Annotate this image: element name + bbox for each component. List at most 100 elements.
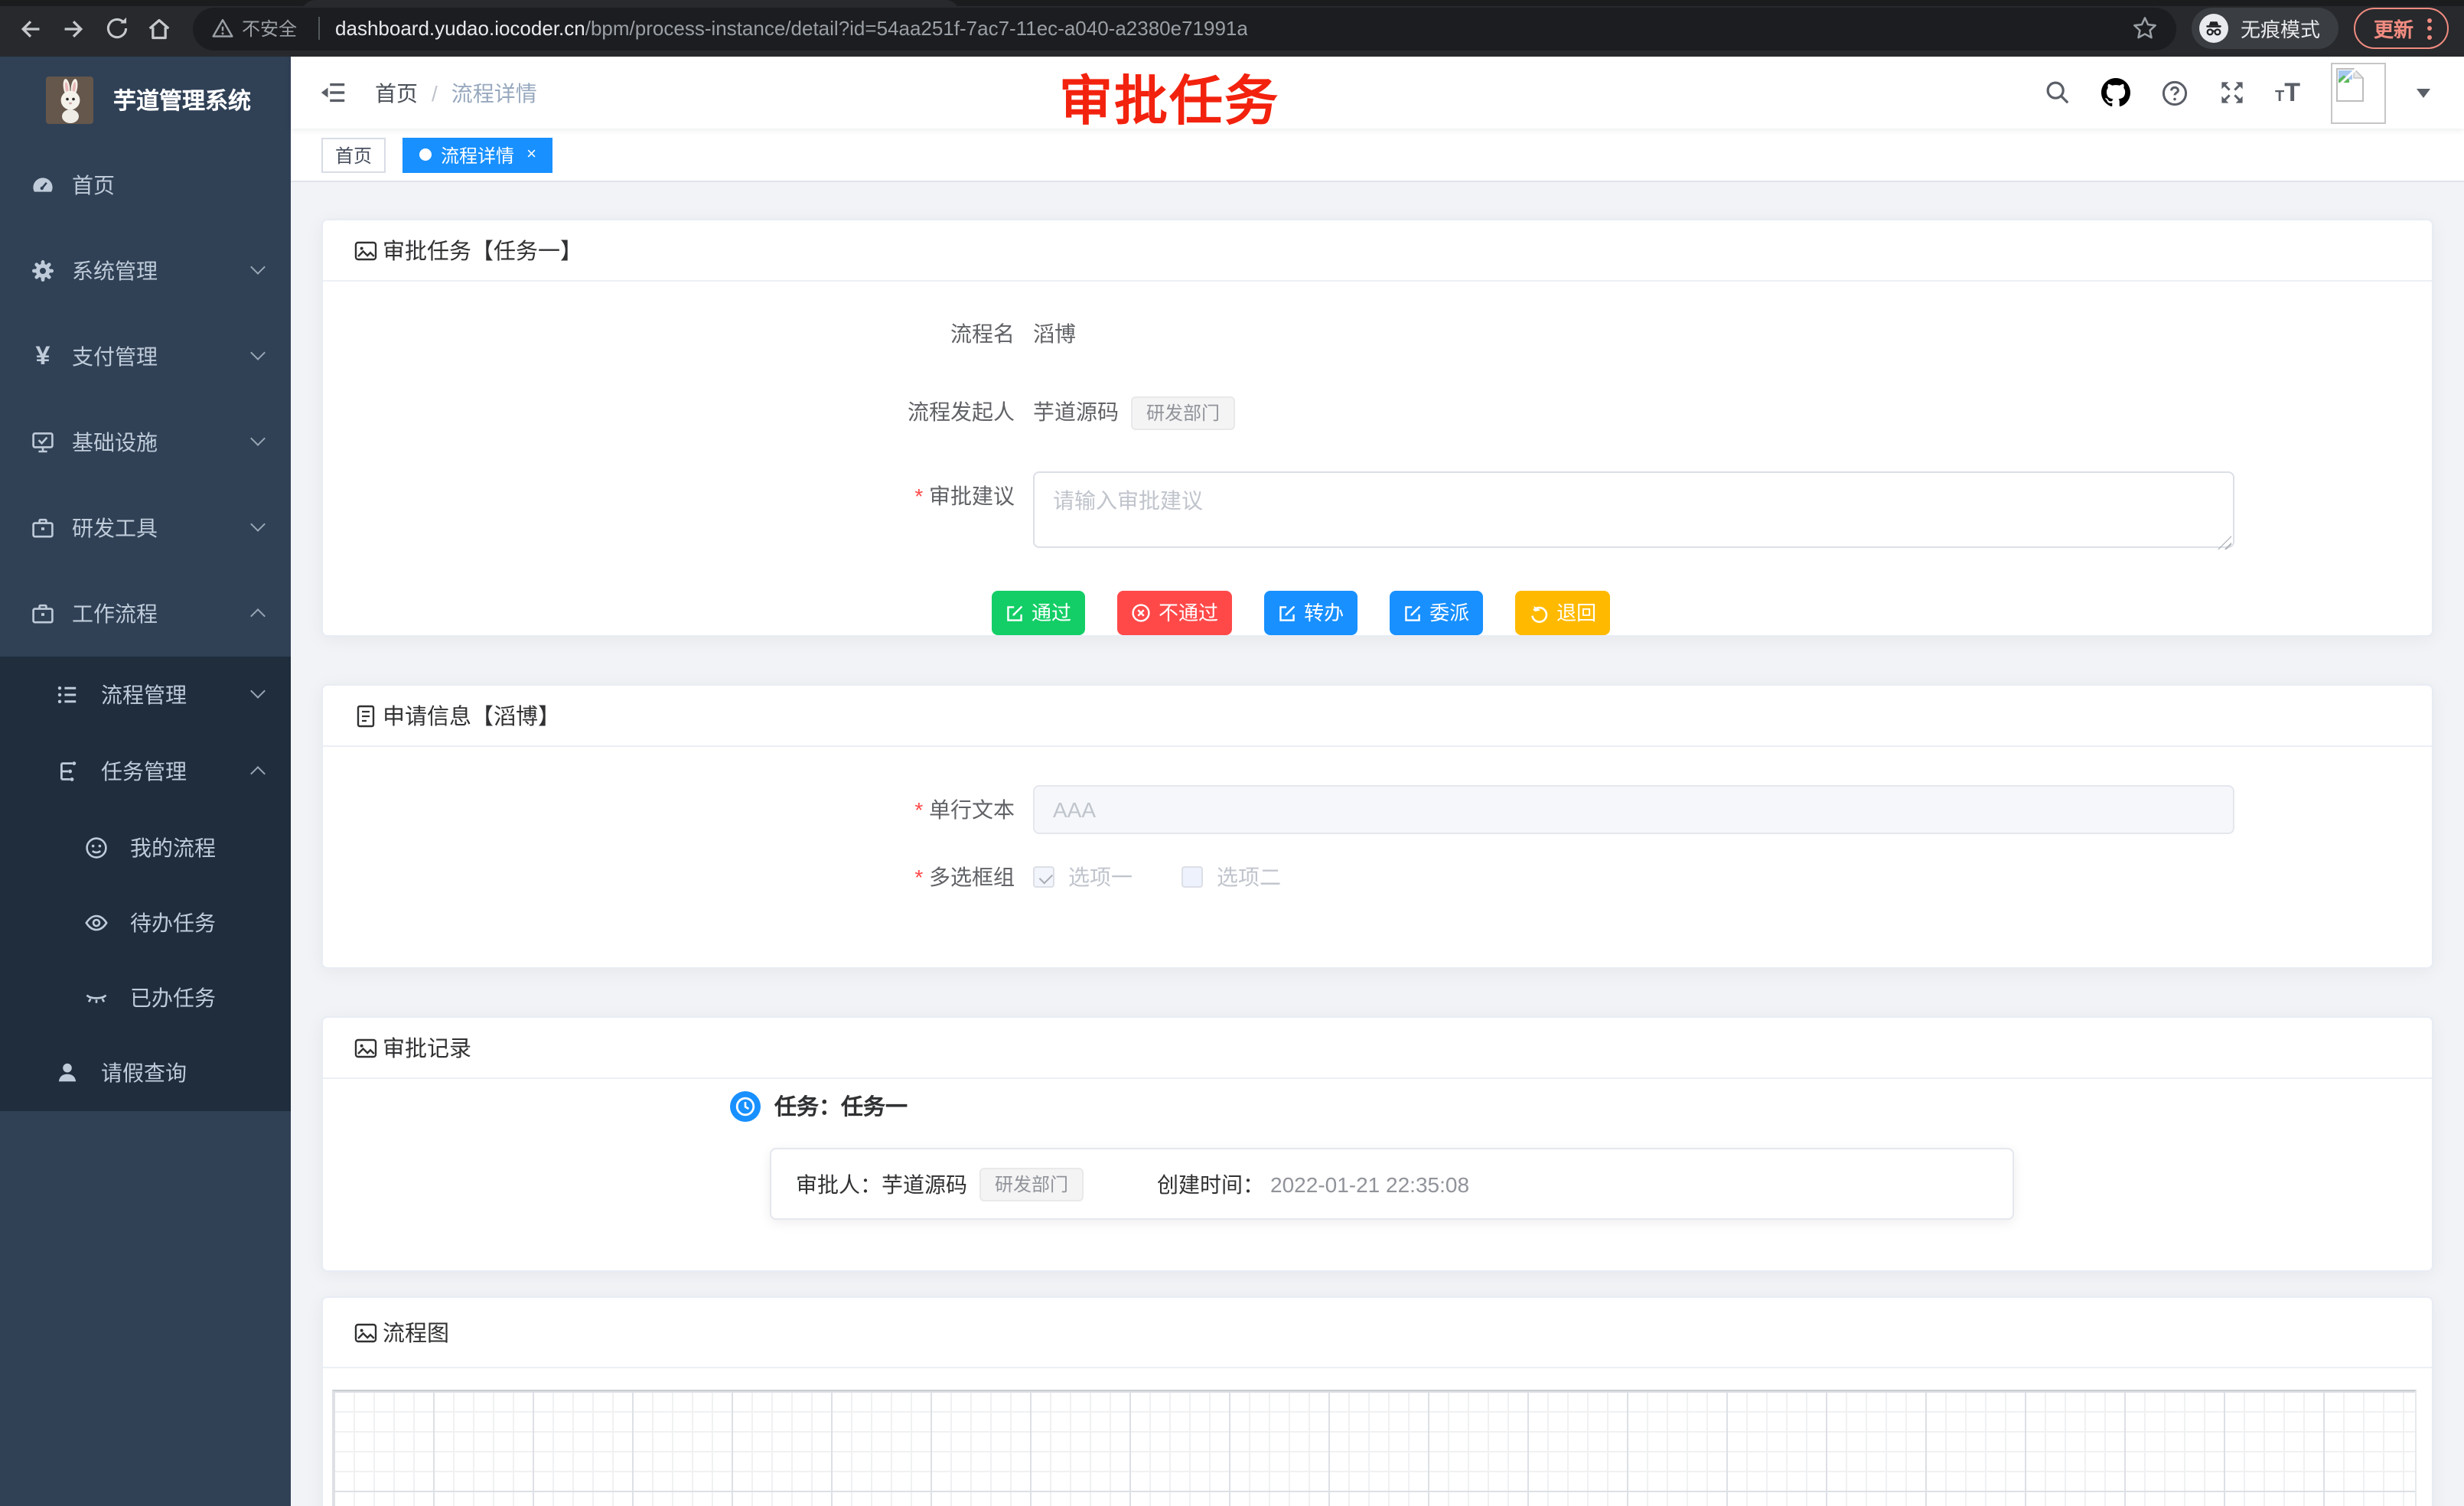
card-title: 审批记录 xyxy=(383,1032,471,1064)
dept-tag: 研发部门 xyxy=(979,1167,1084,1201)
logo-rabbit-image xyxy=(46,76,93,123)
circle-close-icon xyxy=(1131,603,1151,623)
sidebar-item-my-process[interactable]: 我的流程 xyxy=(0,810,291,885)
sidebar-item-label: 工作流程 xyxy=(72,598,158,629)
briefcase-icon xyxy=(31,516,55,540)
process-name-label: 流程名 xyxy=(323,309,1033,358)
search-icon[interactable] xyxy=(2044,80,2070,106)
button-label: 转办 xyxy=(1304,603,1344,623)
bookmark-star-icon[interactable] xyxy=(2132,15,2158,41)
sidebar-item-leave-query[interactable]: 请假查询 xyxy=(0,1035,291,1111)
tab-process-detail[interactable]: 流程详情 × xyxy=(403,137,553,172)
task-title: 任务：任务一 xyxy=(774,1090,908,1122)
sidebar-item-done-tasks[interactable]: 已办任务 xyxy=(0,960,291,1035)
reload-icon xyxy=(103,15,129,41)
sidebar-item-payment[interactable]: ¥ 支付管理 xyxy=(0,314,291,399)
screen: 不安全 dashboard.yudao.iocoder.cn/bpm/proce… xyxy=(0,0,2464,1506)
single-line-text-input[interactable] xyxy=(1033,785,2234,834)
dept-tag: 研发部门 xyxy=(1131,397,1235,431)
reject-button[interactable]: 不通过 xyxy=(1117,591,1232,635)
sidebar-item-system[interactable]: 系统管理 xyxy=(0,228,291,314)
card-header: 审批任务【任务一】 xyxy=(323,220,2432,282)
home-icon xyxy=(145,15,173,42)
avatar[interactable] xyxy=(2331,62,2386,123)
transfer-button[interactable]: 转办 xyxy=(1264,591,1357,635)
chevron-down-icon xyxy=(250,683,266,699)
opinion-label: 审批建议 xyxy=(323,471,1033,556)
fullscreen-icon[interactable] xyxy=(2218,80,2244,106)
breadcrumb-home[interactable]: 首页 xyxy=(375,77,418,108)
breadcrumb-current: 流程详情 xyxy=(451,77,537,108)
url-text: dashboard.yudao.iocoder.cn/bpm/process-i… xyxy=(335,17,1248,40)
apply-info-card: 申请信息【滔博】 单行文本 多选框组 选项一 xyxy=(321,684,2433,969)
face-icon xyxy=(84,835,109,859)
url-separator xyxy=(318,17,320,40)
monitor-icon xyxy=(31,430,55,455)
annotation-title: 审批任务 xyxy=(1059,58,1279,136)
github-icon[interactable] xyxy=(2101,78,2130,107)
logo[interactable]: 芋道管理系统 xyxy=(0,57,291,142)
card-header: 审批记录 xyxy=(323,1018,2432,1079)
checkbox-option2[interactable] xyxy=(1181,866,1203,888)
timeline-item: 任务：任务一 xyxy=(730,1090,2432,1122)
sidebar-item-todo-tasks[interactable]: 待办任务 xyxy=(0,885,291,960)
return-button[interactable]: 退回 xyxy=(1515,591,1610,635)
list-icon xyxy=(55,683,80,707)
sidebar-item-label: 任务管理 xyxy=(101,756,187,787)
close-tab-icon[interactable]: × xyxy=(526,146,536,163)
reload-button[interactable] xyxy=(98,10,135,47)
tab-label: 首页 xyxy=(335,142,372,168)
sidebar-item-task-mgmt[interactable]: 任务管理 xyxy=(0,733,291,810)
sidebar-item-label: 系统管理 xyxy=(72,256,158,286)
sidebar-item-devtools[interactable]: 研发工具 xyxy=(0,485,291,571)
approve-button[interactable]: 通过 xyxy=(992,591,1085,635)
sidebar-item-label: 我的流程 xyxy=(130,832,216,862)
eye-closed-icon xyxy=(84,985,109,1009)
initiator-name: 芋道源码 xyxy=(1033,399,1119,424)
chevron-down-icon xyxy=(250,345,266,360)
chevron-up-icon xyxy=(250,766,266,781)
process-diagram-card: 流程图 xyxy=(321,1296,2433,1506)
sidebar-item-infrastructure[interactable]: 基础设施 xyxy=(0,399,291,485)
briefcase-icon xyxy=(31,601,55,626)
sidebar-item-home[interactable]: 首页 xyxy=(0,142,291,228)
sidebar-item-label: 基础设施 xyxy=(72,427,158,458)
home-button[interactable] xyxy=(141,10,178,47)
incognito-label: 无痕模式 xyxy=(2241,14,2320,43)
collapse-sidebar-button[interactable] xyxy=(318,78,347,107)
url-bar[interactable]: 不安全 dashboard.yudao.iocoder.cn/bpm/proce… xyxy=(193,7,2176,50)
opinion-textarea[interactable] xyxy=(1033,471,2234,548)
chevron-down-icon xyxy=(250,259,266,275)
button-label: 委派 xyxy=(1429,603,1469,623)
breadcrumb: 首页 / 流程详情 xyxy=(375,77,537,108)
back-button[interactable] xyxy=(12,10,49,47)
picture-icon xyxy=(354,238,378,262)
user-menu-caret-icon[interactable] xyxy=(2417,88,2430,97)
forward-button[interactable] xyxy=(55,10,92,47)
picture-icon xyxy=(354,1035,378,1060)
checkbox-group: 选项一 选项二 xyxy=(1033,852,1281,901)
create-time-label: 创建时间： xyxy=(1157,1169,1264,1199)
browser-chrome: 不安全 dashboard.yudao.iocoder.cn/bpm/proce… xyxy=(0,0,2464,57)
sidebar-item-process-mgmt[interactable]: 流程管理 xyxy=(0,657,291,733)
tab-home[interactable]: 首页 xyxy=(321,137,386,172)
help-icon[interactable] xyxy=(2160,79,2188,106)
edit-icon xyxy=(1005,604,1024,622)
record-detail-box: 审批人： 芋道源码 研发部门 创建时间： 2022-01-21 22:35:08 xyxy=(770,1148,2014,1220)
url-domain: dashboard.yudao.iocoder.cn xyxy=(335,17,585,40)
update-button[interactable]: 更新 xyxy=(2354,8,2449,49)
broken-image-icon xyxy=(2335,67,2365,102)
approver-value: 芋道源码 xyxy=(882,1169,967,1199)
sidebar-item-label: 流程管理 xyxy=(101,680,187,710)
bpmn-canvas[interactable] xyxy=(332,1390,2417,1506)
browser-menu-icon[interactable] xyxy=(2427,18,2432,39)
process-name-value: 滔博 xyxy=(1033,309,1076,358)
checkbox-option1[interactable] xyxy=(1033,866,1054,888)
delegate-button[interactable]: 委派 xyxy=(1390,591,1483,635)
sidebar-item-workflow[interactable]: 工作流程 xyxy=(0,571,291,657)
sidebar-item-label: 请假查询 xyxy=(101,1058,187,1088)
app-title: 芋道管理系统 xyxy=(113,83,251,116)
font-size-icon[interactable]: TT xyxy=(2275,80,2300,106)
chevron-down-icon xyxy=(250,517,266,532)
edit-icon xyxy=(1278,604,1296,622)
